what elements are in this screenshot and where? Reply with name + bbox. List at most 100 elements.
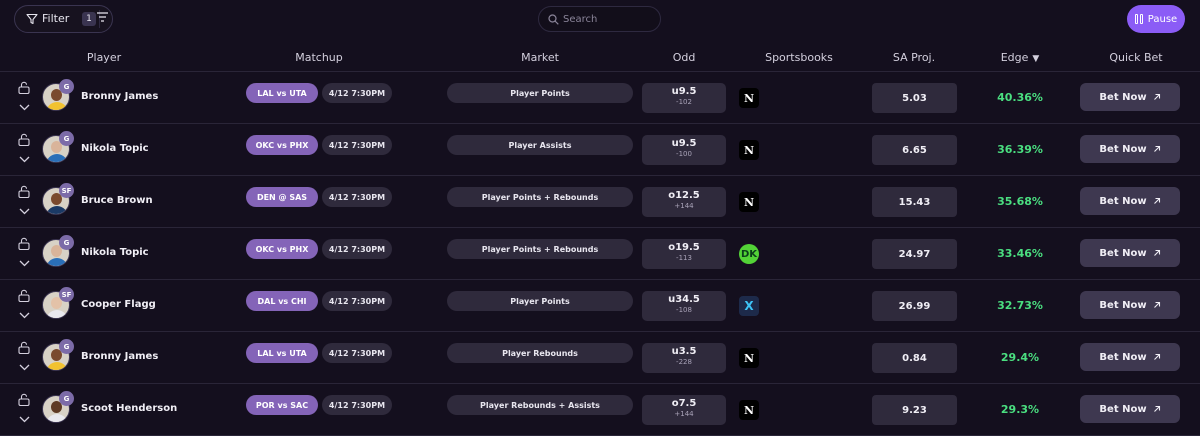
edge-value: 29.4%: [1000, 351, 1040, 364]
column-header-odd: Odd: [672, 51, 696, 64]
table-row: SF Bruce Brown DEN @ SAS 4/12 7:30PM Player …: [0, 176, 1200, 228]
odd-price: -102: [676, 98, 692, 106]
market-pill: Player Rebounds + Assists: [447, 395, 633, 415]
bet-now-label: Bet Now: [1099, 91, 1147, 103]
unlock-icon[interactable]: [18, 133, 30, 146]
column-header-matchup: Matchup: [295, 51, 343, 64]
chevron-down-icon[interactable]: [19, 312, 30, 319]
odd-box: o12.5 +144: [642, 187, 726, 217]
matchup-pill: DEN @ SAS: [246, 187, 318, 207]
chevron-down-icon[interactable]: [19, 208, 30, 215]
filter-icon: [26, 13, 38, 25]
bet-now-label: Bet Now: [1099, 299, 1147, 311]
unlock-icon[interactable]: [18, 237, 30, 250]
column-header-edge[interactable]: Edge ▼: [980, 51, 1060, 64]
avatar-body: [46, 102, 68, 110]
external-arrow-icon: [1153, 353, 1160, 360]
unlock-icon[interactable]: [18, 393, 30, 406]
novig-logo-icon[interactable]: N: [739, 88, 759, 108]
unlock-icon[interactable]: [18, 289, 30, 302]
bet-now-button[interactable]: Bet Now: [1080, 291, 1180, 319]
bet-now-button[interactable]: Bet Now: [1080, 83, 1180, 111]
market-pill: Player Points + Rebounds: [447, 187, 633, 207]
column-header-sa-proj: SA Proj.: [892, 51, 936, 64]
avatar-body: [46, 414, 68, 422]
column-header-sportsbooks: Sportsbooks: [765, 51, 833, 64]
novig-logo-icon[interactable]: N: [739, 140, 759, 160]
bet-now-button[interactable]: Bet Now: [1080, 395, 1180, 423]
player-name[interactable]: Cooper Flagg: [81, 299, 156, 310]
position-badge: G: [59, 131, 74, 146]
table-row: G Bronny James LAL vs UTA 4/12 7:30PM Player…: [0, 332, 1200, 384]
avatar-body: [46, 206, 68, 214]
position-badge: G: [59, 235, 74, 250]
novig-logo-icon[interactable]: N: [739, 192, 759, 212]
column-header-player: Player: [86, 51, 122, 64]
bet-now-button[interactable]: Bet Now: [1080, 135, 1180, 163]
external-arrow-icon: [1153, 145, 1160, 152]
pause-icon: [1134, 14, 1143, 24]
position-badge: SF: [59, 183, 74, 198]
game-time-pill: 4/12 7:30PM: [322, 135, 392, 155]
bet-now-label: Bet Now: [1099, 143, 1147, 155]
prophetx-logo-icon[interactable]: X: [739, 296, 759, 316]
player-name[interactable]: Nikola Topic: [81, 143, 149, 154]
player-name[interactable]: Bruce Brown: [81, 195, 153, 206]
pause-button[interactable]: Pause: [1127, 5, 1185, 33]
column-header-market: Market: [521, 51, 559, 64]
unlock-icon[interactable]: [18, 81, 30, 94]
market-pill: Player Rebounds: [447, 343, 633, 363]
chevron-down-icon[interactable]: [19, 364, 30, 371]
sort-options-icon[interactable]: [97, 12, 108, 22]
chevron-down-icon[interactable]: [19, 156, 30, 163]
filter-count-badge: 1: [82, 12, 96, 26]
chevron-down-icon[interactable]: [19, 416, 30, 423]
search-input[interactable]: [563, 11, 653, 27]
novig-logo-icon[interactable]: N: [739, 348, 759, 368]
bet-now-button[interactable]: Bet Now: [1080, 343, 1180, 371]
search-icon: [548, 14, 559, 25]
player-name[interactable]: Bronny James: [81, 351, 158, 362]
filter-label: Filter: [42, 12, 70, 25]
unlock-icon[interactable]: [18, 185, 30, 198]
table-header: Player Matchup Market Odd Sportsbooks SA…: [0, 44, 1200, 72]
market-pill: Player Assists: [447, 135, 633, 155]
odd-box: u34.5 -108: [642, 291, 726, 321]
odd-line: u9.5: [671, 86, 697, 97]
external-arrow-icon: [1153, 405, 1160, 412]
position-badge: G: [59, 391, 74, 406]
draftkings-logo-icon[interactable]: DK: [739, 244, 759, 264]
chevron-down-icon[interactable]: [19, 260, 30, 267]
game-time-pill: 4/12 7:30PM: [322, 239, 392, 259]
odd-box: o19.5 -113: [642, 239, 726, 269]
player-name[interactable]: Scoot Henderson: [81, 403, 177, 414]
external-arrow-icon: [1153, 197, 1160, 204]
game-time-pill: 4/12 7:30PM: [322, 83, 392, 103]
column-header-edge-label: Edge: [1000, 51, 1029, 64]
avatar-body: [46, 310, 68, 318]
matchup-pill: POR vs SAC: [246, 395, 318, 415]
bet-now-button[interactable]: Bet Now: [1080, 239, 1180, 267]
unlock-icon[interactable]: [18, 341, 30, 354]
matchup-pill: LAL vs UTA: [246, 83, 318, 103]
game-time-pill: 4/12 7:30PM: [322, 187, 392, 207]
game-time-pill: 4/12 7:30PM: [322, 291, 392, 311]
odd-line: o19.5: [668, 242, 700, 253]
novig-logo-icon[interactable]: N: [739, 400, 759, 420]
matchup-pill: LAL vs UTA: [246, 343, 318, 363]
player-name[interactable]: Nikola Topic: [81, 247, 149, 258]
table-row: SF Cooper Flagg DAL vs CHI 4/12 7:30PM Playe…: [0, 280, 1200, 332]
sa-projection: 15.43: [872, 187, 957, 217]
bet-now-button[interactable]: Bet Now: [1080, 187, 1180, 215]
odd-line: o12.5: [668, 190, 700, 201]
chevron-down-icon[interactable]: [19, 104, 30, 111]
player-name[interactable]: Bronny James: [81, 91, 158, 102]
pause-label: Pause: [1147, 13, 1178, 25]
bet-now-label: Bet Now: [1099, 403, 1147, 415]
edge-value: 32.73%: [997, 299, 1043, 312]
odd-box: o7.5 +144: [642, 395, 726, 425]
odd-box: u9.5 -102: [642, 83, 726, 113]
odd-line: u9.5: [671, 138, 697, 149]
sa-projection: 6.65: [872, 135, 957, 165]
search-box[interactable]: [538, 6, 661, 32]
